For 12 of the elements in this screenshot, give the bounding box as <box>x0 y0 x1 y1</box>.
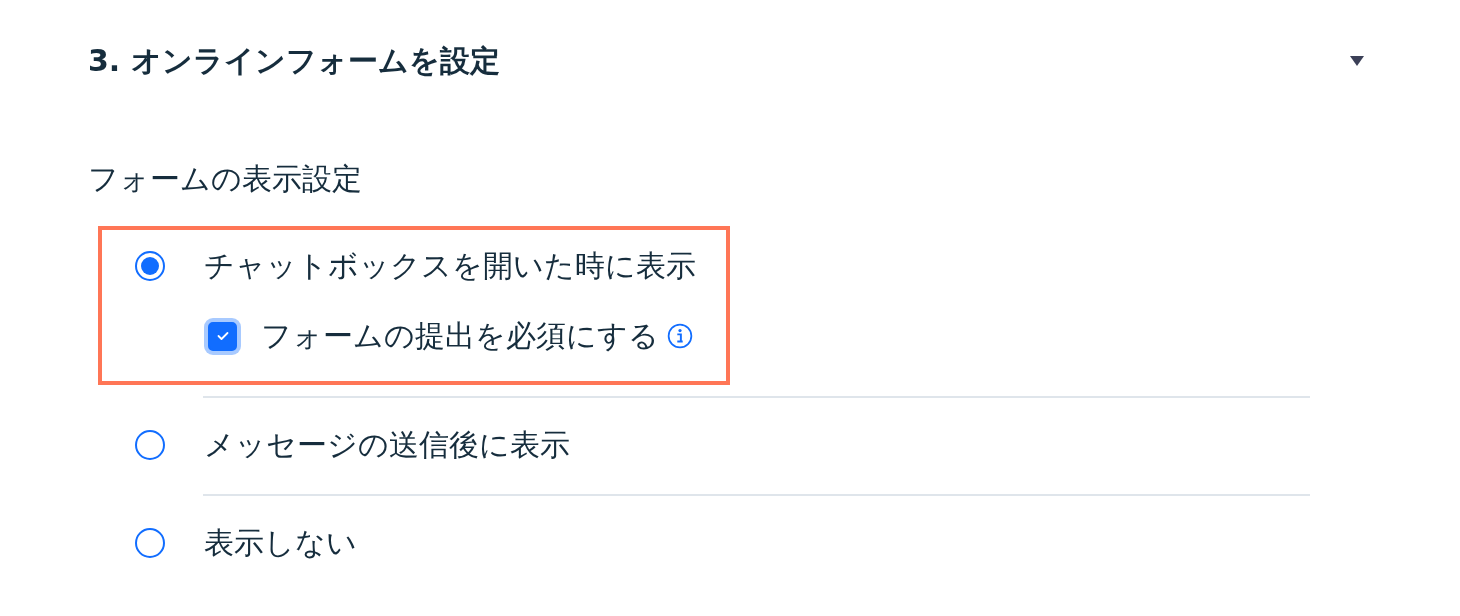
radio-label[interactable]: 表示しない <box>204 522 357 564</box>
section-title: 3. オンラインフォームを設定 <box>88 41 500 80</box>
radio-button[interactable] <box>135 251 165 281</box>
setting-label: フォームの表示設定 <box>88 160 363 198</box>
info-icon[interactable] <box>667 323 693 349</box>
checkmark-icon <box>216 331 229 341</box>
radio-label[interactable]: チャットボックスを開いた時に表示 <box>204 245 696 287</box>
radio-button[interactable] <box>135 528 165 558</box>
checkbox-label[interactable]: フォームの提出を必須にする <box>261 315 659 357</box>
collapse-caret-icon[interactable] <box>1350 56 1364 66</box>
radio-label[interactable]: メッセージの送信後に表示 <box>204 424 570 466</box>
radio-button[interactable] <box>135 430 165 460</box>
